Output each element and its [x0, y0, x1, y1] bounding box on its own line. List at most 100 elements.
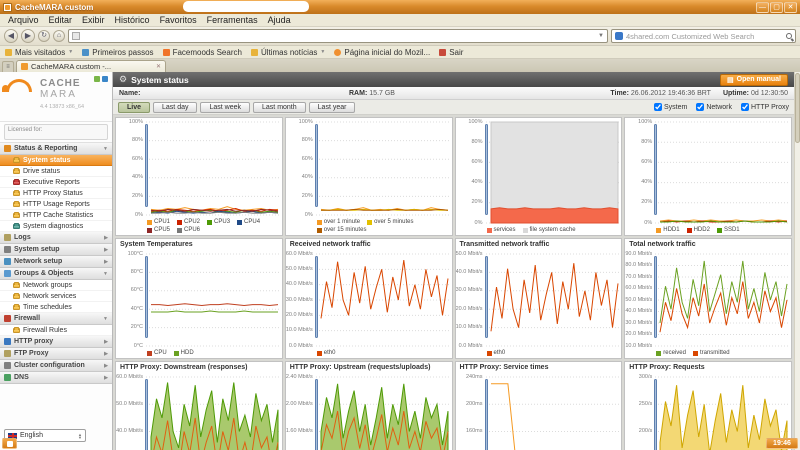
url-dropdown-icon[interactable]: ▼ [598, 33, 604, 39]
bookmark-primeiros-passos[interactable]: Primeiros passos [82, 48, 154, 57]
app-icon [3, 2, 12, 12]
section-http-proxy[interactable]: HTTP proxy ▶ [0, 336, 112, 348]
tab-list-icon[interactable]: ≡ [2, 61, 14, 72]
legend-item: CPU4 [237, 219, 260, 226]
sidebar-item-http-proxy-status[interactable]: HTTP Proxy Status [0, 188, 112, 199]
bookmark-pagina-inicial[interactable]: Página inicial do Mozil... [334, 48, 430, 57]
maximize-button[interactable]: ▢ [770, 1, 783, 13]
y-axis-label: 0°C [133, 342, 143, 349]
section-network-setup[interactable]: Network setup ▶ [0, 256, 112, 268]
legend-label: over 1 minute [323, 219, 361, 225]
filter-http-proxy-checkbox[interactable] [741, 103, 749, 111]
chevron-right-icon: ▶ [104, 258, 108, 265]
chart-title: HTTP Proxy: Requests [629, 364, 705, 371]
chart-transmitted-traffic: Transmitted network traffic 50.0 Mbit/s 40… [454, 238, 623, 359]
tab-live[interactable]: Live [118, 101, 151, 113]
back-button[interactable]: ◀ [4, 29, 18, 43]
section-groups-objects[interactable]: Groups & Objects ▼ [0, 268, 112, 280]
filter-network[interactable]: Network [696, 103, 732, 111]
chart-zoom-slider[interactable] [654, 256, 658, 338]
bookmark-ultimas-noticias[interactable]: Últimas notícias ▼ [250, 48, 325, 57]
y-axis-label: 80.0 Mbit/s [625, 262, 653, 268]
menu-ajuda[interactable]: Ajuda [263, 15, 296, 25]
search-engine-icon[interactable] [615, 32, 623, 40]
sidebar-item-network-groups[interactable]: Network groups [0, 280, 112, 291]
menu-arquivo[interactable]: Arquivo [3, 15, 44, 25]
taskbar-start-button[interactable] [2, 438, 17, 449]
chart-proxy-upstream: HTTP Proxy: Upstream (requests/uploads) 2… [284, 361, 453, 450]
filter-system-checkbox[interactable] [653, 103, 662, 111]
bookmark-facemoods[interactable]: Facemoods Search [162, 48, 242, 57]
menu-exibir[interactable]: Exibir [77, 15, 110, 25]
chart-total-traffic: Total network traffic 90.0 Mbit/s 80.0 Mbi… [624, 238, 792, 359]
sidebar-item-time-schedules[interactable]: Time schedules [0, 302, 112, 313]
version-label: 4.4 13873 x86_64 [40, 104, 85, 110]
sidebar-item-network-services[interactable]: Network services [0, 291, 112, 302]
time-value: 26.06.2012 19:46:36 BRT [630, 89, 711, 97]
bookmark-mais-visitados[interactable]: Mais visitados ▼ [5, 48, 73, 57]
chart-zoom-slider[interactable] [145, 379, 148, 450]
forward-button[interactable]: ▶ [21, 29, 35, 43]
chart-zoom-slider[interactable] [314, 124, 318, 207]
spinner-icon[interactable]: ▲ ▼ [78, 432, 82, 439]
y-axis-label: 10.0 Mbit/s [285, 327, 313, 334]
tab-cachemara[interactable]: CacheMARA custom -... ✕ [16, 60, 166, 72]
search-box[interactable]: 4shared.com Customized Web Search [611, 29, 796, 43]
minimize-button[interactable]: — [756, 1, 769, 13]
chart-zoom-slider[interactable] [145, 256, 148, 338]
tab-last-week[interactable]: Last week [200, 101, 251, 113]
tab-close-icon[interactable]: ✕ [156, 63, 161, 70]
sidebar-item-http-usage-reports[interactable]: HTTP Usage Reports [0, 199, 112, 210]
filter-http-proxy[interactable]: HTTP Proxy [741, 103, 789, 111]
bookmark-sair[interactable]: Sair [439, 48, 463, 57]
menu-favoritos[interactable]: Favoritos [155, 15, 202, 25]
section-firewall[interactable]: Firewall ▼ [0, 313, 112, 325]
menu-ferramentas[interactable]: Ferramentas [202, 15, 263, 25]
tab-last-day[interactable]: Last day [153, 101, 198, 113]
section-cluster-configuration[interactable]: Cluster configuration ▶ [0, 360, 112, 372]
chart-zoom-slider[interactable] [145, 124, 148, 207]
section-logs[interactable]: Logs ▶ [0, 232, 112, 244]
section-system-setup[interactable]: System setup ▶ [0, 244, 112, 256]
sidebar-item-http-cache-statistics[interactable]: HTTP Cache Statistics [0, 210, 112, 221]
filter-system[interactable]: System [653, 103, 687, 111]
chart-zoom-slider[interactable] [484, 256, 488, 338]
section-status-reporting[interactable]: Status & Reporting ▼ [0, 143, 112, 155]
chart-zoom-slider[interactable] [484, 379, 488, 450]
open-manual-button[interactable]: ▤ Open manual [720, 73, 788, 86]
section-ftp-proxy[interactable]: FTP Proxy ▶ [0, 348, 112, 360]
chart-disk-usage: 100% 80% 60% 40% 20% 0% HDD1 HDD2 SSD1 [624, 117, 792, 236]
folder-icon [13, 281, 20, 288]
legend-label: eth0 [493, 350, 506, 356]
sidebar-item-system-status[interactable]: System status [0, 155, 112, 166]
legend-swatch-icon [173, 351, 179, 356]
url-bar[interactable]: ▼ [68, 29, 608, 43]
taskbar-clock[interactable]: 19:46 [766, 438, 798, 449]
close-button[interactable]: ✕ [784, 1, 797, 13]
chart-zoom-slider[interactable] [654, 124, 658, 215]
chart-zoom-slider[interactable] [314, 256, 318, 338]
search-icon[interactable] [786, 33, 792, 39]
scrollbar-thumb[interactable] [795, 73, 800, 143]
chart-zoom-slider[interactable] [654, 379, 658, 450]
info-bar: Name: RAM: 15.7 GB Time: 26.06.2012 19:46:… [113, 87, 794, 100]
sidebar-item-system-diagnostics[interactable]: System diagnostics [0, 221, 112, 232]
tab-last-month[interactable]: Last month [253, 101, 306, 113]
filter-network-checkbox[interactable] [696, 103, 705, 111]
legend-item: CPU3 [207, 219, 230, 226]
section-dns[interactable]: DNS ▶ [0, 372, 112, 384]
legend-item: transmitted [692, 350, 730, 357]
home-button[interactable]: ⌂ [53, 30, 65, 42]
tab-favicon [21, 63, 28, 70]
page-scrollbar[interactable] [794, 72, 800, 450]
sidebar-item-firewall-rules[interactable]: Firewall Rules [0, 325, 112, 336]
chart-zoom-slider[interactable] [484, 124, 488, 215]
chart-zoom-slider[interactable] [314, 379, 318, 450]
sidebar-item-executive-reports[interactable]: Executive Reports [0, 177, 112, 188]
reload-button[interactable]: ↻ [38, 30, 50, 42]
menu-editar[interactable]: Editar [44, 15, 78, 25]
menu-historico[interactable]: Histórico [110, 15, 155, 25]
tab-last-year[interactable]: Last year [308, 101, 356, 113]
legend-swatch-icon [656, 351, 662, 356]
sidebar-item-drive-status[interactable]: Drive status [0, 166, 112, 177]
